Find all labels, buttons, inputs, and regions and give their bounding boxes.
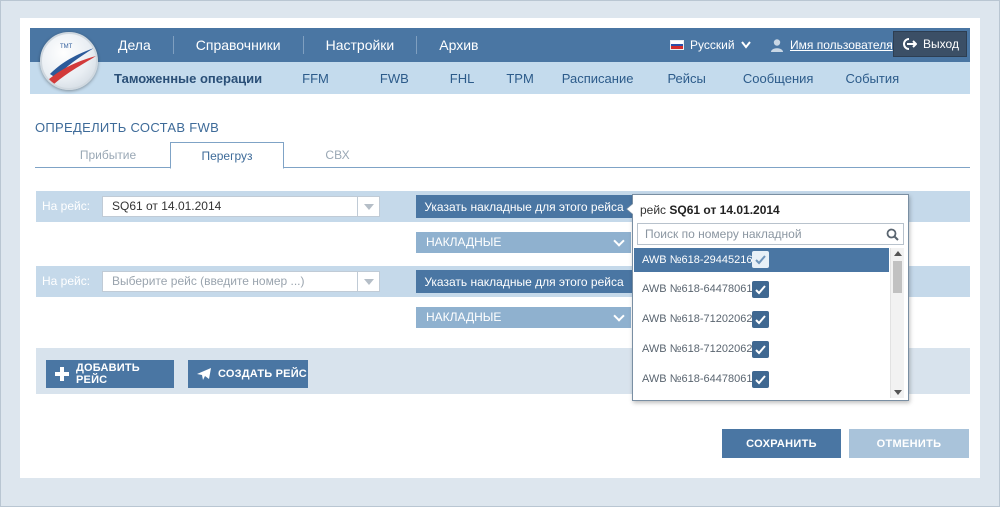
save-button[interactable]: СОХРАНИТЬ xyxy=(722,429,841,458)
popup-title-prefix: рейс xyxy=(640,203,667,217)
sub-nav: Таможенные операции FFM FWB FHL TPM Расп… xyxy=(114,62,899,94)
flag-ru-icon xyxy=(670,40,684,50)
subnav-item-flights[interactable]: Рейсы xyxy=(667,71,705,86)
subnav-item-events[interactable]: События xyxy=(845,71,899,86)
logout-icon xyxy=(903,38,918,50)
language-selector[interactable]: Русский xyxy=(670,28,751,62)
dropdown-arrow-icon[interactable] xyxy=(357,197,379,216)
waybill-number: AWB №618-64478061 xyxy=(642,373,753,385)
waybill-number: AWB №618-29445216 xyxy=(642,254,753,266)
subnav-item-messages[interactable]: Сообщения xyxy=(743,71,814,86)
scroll-thumb[interactable] xyxy=(893,261,902,293)
flight-select[interactable]: Выберите рейс (введите номер ...) xyxy=(102,271,380,292)
add-flight-label: ДОБАВИТЬ РЕЙС xyxy=(76,362,140,386)
subnav-item-ffm[interactable]: FFM xyxy=(302,71,329,86)
scroll-up-icon[interactable] xyxy=(894,251,902,256)
nav-item-arkhiv[interactable]: Архив xyxy=(417,28,500,62)
flight-label: На рейс: xyxy=(42,274,91,288)
waybill-number: AWB №618-64478061 xyxy=(642,283,753,295)
flight-label: На рейс: xyxy=(42,199,91,213)
scroll-down-icon[interactable] xyxy=(894,390,902,395)
tab-arrival[interactable]: Прибытие xyxy=(56,142,160,168)
check-icon xyxy=(755,375,766,385)
waybill-checkbox[interactable] xyxy=(752,281,769,298)
chevron-down-icon xyxy=(740,41,751,49)
subnav-item-fhl[interactable]: FHL xyxy=(450,71,475,86)
flight-select-value: SQ61 от 14.01.2014 xyxy=(112,199,222,213)
subnav-item-tpm[interactable]: TPM xyxy=(506,71,533,86)
check-icon xyxy=(755,285,766,295)
check-icon xyxy=(755,345,766,355)
tab-svh[interactable]: СВХ xyxy=(290,142,385,168)
search-placeholder: Поиск по номеру накладной xyxy=(645,227,802,241)
specify-waybills-button[interactable]: Указать накладные для этого рейса xyxy=(416,195,632,218)
list-item[interactable]: AWB №618-71202062 xyxy=(634,334,889,364)
popup-title-flight: SQ61 от 14.01.2014 xyxy=(669,203,780,217)
user-name-link[interactable]: Имя пользователя xyxy=(790,38,893,52)
waybill-popup: рейс SQ61 от 14.01.2014 Поиск по номеру … xyxy=(626,194,909,401)
logo-icon: ТМТ xyxy=(40,32,98,90)
waybills-dropdown[interactable]: НАКЛАДНЫЕ xyxy=(416,232,631,253)
flight-select-placeholder: Выберите рейс (введите номер ...) xyxy=(112,274,305,288)
airplane-icon xyxy=(197,368,211,380)
create-flight-label: СОЗДАТЬ РЕЙС xyxy=(218,368,307,380)
subnav-item-customs[interactable]: Таможенные операции xyxy=(114,71,262,86)
check-icon xyxy=(755,255,766,265)
create-flight-button[interactable]: СОЗДАТЬ РЕЙС xyxy=(188,360,308,388)
waybill-search-input[interactable]: Поиск по номеру накладной xyxy=(637,223,904,245)
list-item[interactable]: AWB №618-71202062 xyxy=(634,304,889,334)
waybill-number: AWB №618-71202062 xyxy=(642,343,753,355)
language-label: Русский xyxy=(690,38,735,52)
user-icon xyxy=(771,39,783,52)
waybill-checkbox[interactable] xyxy=(752,311,769,328)
nav-item-spravochniki[interactable]: Справочники xyxy=(174,28,303,62)
logout-label: Выход xyxy=(923,37,959,51)
dropdown-arrow-icon[interactable] xyxy=(357,272,379,291)
user-menu[interactable]: Имя пользователя xyxy=(770,28,893,62)
search-icon[interactable] xyxy=(886,228,899,241)
check-icon xyxy=(755,315,766,325)
flight-select[interactable]: SQ61 от 14.01.2014 xyxy=(102,196,380,217)
waybills-dropdown[interactable]: НАКЛАДНЫЕ xyxy=(416,307,631,328)
nav-item-dela[interactable]: Дела xyxy=(118,28,173,62)
list-item[interactable]: AWB №618-29445216 xyxy=(634,248,889,272)
list-item[interactable]: AWB №618-64478061 xyxy=(634,364,889,394)
waybill-checkbox[interactable] xyxy=(752,371,769,388)
page-title: ОПРЕДЕЛИТЬ СОСТАВ FWB xyxy=(35,120,220,135)
specify-waybills-button[interactable]: Указать накладные для этого рейса xyxy=(416,270,632,293)
cancel-button[interactable]: ОТМЕНИТЬ xyxy=(849,429,969,458)
waybill-checkbox[interactable] xyxy=(752,251,769,268)
svg-text:ТМТ: ТМТ xyxy=(60,44,73,50)
waybill-list: AWB №618-29445216 AWB №618-64478061 AWB … xyxy=(634,248,889,398)
plus-icon xyxy=(55,367,69,381)
app-panel: ТМТ Дела Справочники Настройки Архив Рус… xyxy=(20,18,980,478)
subnav-item-fwb[interactable]: FWB xyxy=(380,71,409,86)
list-item[interactable]: AWB №618-64478061 xyxy=(634,274,889,304)
nav-item-nastroiki[interactable]: Настройки xyxy=(304,28,417,62)
waybill-checkbox[interactable] xyxy=(752,341,769,358)
waybill-number: AWB №618-71202062 xyxy=(642,313,753,325)
popup-title: рейс SQ61 от 14.01.2014 xyxy=(640,203,780,217)
logout-button[interactable]: Выход xyxy=(893,31,967,57)
main-nav: Дела Справочники Настройки Архив xyxy=(118,28,500,62)
add-flight-button[interactable]: ДОБАВИТЬ РЕЙС xyxy=(46,360,174,388)
waybill-list-scrollbar[interactable] xyxy=(890,248,904,398)
tab-transfer[interactable]: Перегруз xyxy=(170,142,284,169)
subnav-item-schedule[interactable]: Расписание xyxy=(562,71,634,86)
